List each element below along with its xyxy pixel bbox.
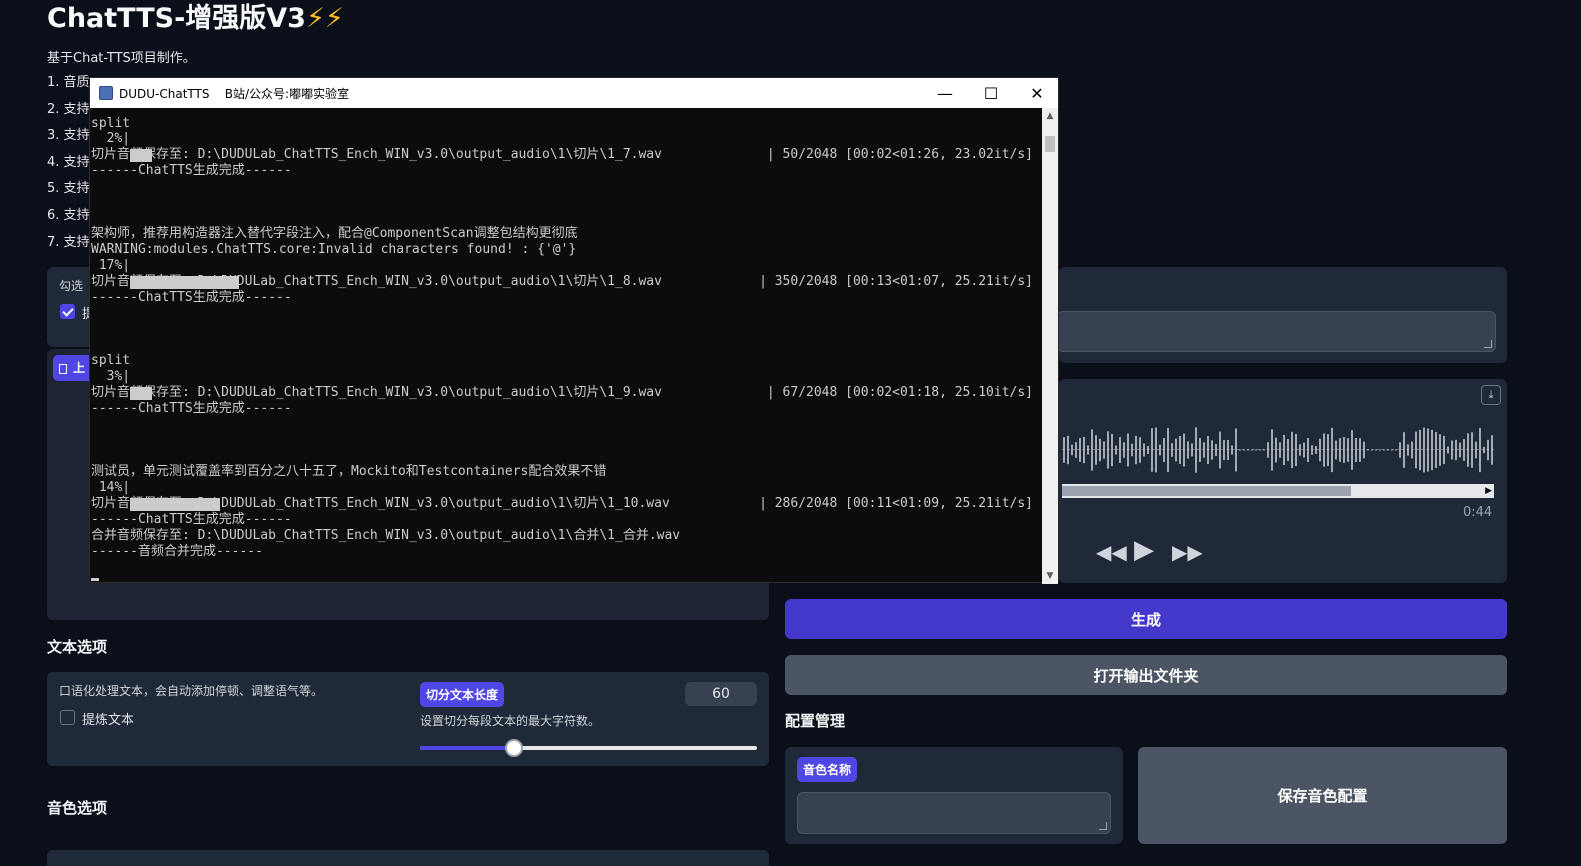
scrubber-played [1062,486,1352,496]
scroll-down-icon[interactable]: ▼ [1042,568,1058,584]
download-icon[interactable]: ⤓ [1481,385,1501,405]
console-line: 测试员，单元测试覆盖率到百分之八十五了，Mockito和Testcontaine… [91,464,607,479]
close-icon[interactable]: ✕ [1014,78,1060,108]
feature-list: 1. 音质 2. 支持 3. 支持 4. 支持 5. 支持 6. 支持 7. 支… [47,74,90,260]
rewind-icon[interactable]: ◀◀ [1096,540,1127,564]
console-line: ------ChatTTS生成完成------ [91,401,292,416]
audio-scrubber[interactable]: ▶ [1062,484,1494,498]
generate-button[interactable]: 生成 [785,599,1507,639]
console-line: split [91,116,131,131]
console-line: 2%| [91,131,131,146]
bolt-icon: ⚡⚡ [305,3,344,34]
text-options-panel: 口语化处理文本，会自动添加停顿、调整语气等。 提炼文本 切分文本长度 60 设置… [47,672,769,766]
upload-tab-label: 上 [73,361,86,375]
app-title: ChatTTS-增强版V3⚡⚡ [47,0,344,35]
voice-name-input[interactable] [797,792,1111,834]
console-line: ------音频合并完成------ [91,544,263,559]
text-options-heading: 文本选项 [47,638,108,656]
console-line: 合并音频保存至: D:\DUDULab_ChatTTS_Ench_WIN_v3.… [91,528,681,543]
open-folder-button[interactable]: 打开输出文件夹 [785,655,1507,695]
feature-item: 6. 支持 [47,207,90,223]
voice-options-panel [47,850,769,866]
console-output: split 2%| 切片音频保存至: D:\DUDULab_ChatTTS_Enc… [90,108,1043,584]
console-line: WARNING:modules.ChatTTS.core:Invalid cha… [91,242,577,257]
play-icon[interactable]: ▶ [1134,535,1154,565]
console-progress-text: | 350/2048 [00:13<01:07, 25.21it/s] [759,274,1033,289]
console-scrollbar[interactable]: ▲ ▼ [1042,108,1058,584]
output-textarea[interactable] [1057,311,1496,352]
console-titlebar[interactable]: DUDU-ChatTTS B站/公众号:嘟嘟实验室 — ☐ ✕ [90,78,1058,108]
console-line: 3%| [91,369,131,384]
maximize-icon[interactable]: ☐ [968,78,1014,108]
scroll-up-icon[interactable]: ▲ [1042,108,1058,124]
console-line: ------ChatTTS生成完成------ [91,290,292,305]
voice-name-tag: 音色名称 [797,757,858,782]
save-voice-config-button[interactable]: 保存音色配置 [1138,747,1507,844]
output-text-panel [1057,267,1507,363]
console-line: ------ChatTTS生成完成------ [91,163,292,178]
refine-text-checkbox[interactable] [60,710,75,725]
refine-text-label: 提炼文本 [82,713,135,728]
console-line: 切片音频保存至: D:\DUDULab_ChatTTS_Ench_WIN_v3.… [91,147,662,162]
feature-item: 7. 支持 [47,234,90,250]
console-line: 切片音频保存至: D:\DUDULab_ChatTTS_Ench_WIN_v3.… [91,385,662,400]
config-heading: 配置管理 [785,712,846,730]
scrollbar-thumb[interactable] [1045,136,1055,152]
audio-time: 0:44 [1463,505,1493,520]
console-line: 架构师，推荐用构造器注入替代字段注入，配合@ComponentScan调整包结构… [91,226,578,241]
console-progress-text: | 67/2048 [00:02<01:18, 25.10it/s] [766,385,1033,400]
split-length-desc: 设置切分每段文本的最大字符数。 [420,714,601,728]
forward-icon[interactable]: ▶▶ [1172,540,1203,564]
console-line: 14%| [91,480,131,495]
console-line: ------ChatTTS生成完成------ [91,512,292,527]
file-icon [59,363,67,374]
feature-item: 2. 支持 [47,101,90,117]
text-options-desc: 口语化处理文本，会自动添加停顿、调整语气等。 [59,684,324,698]
scrubber-arrow-icon[interactable]: ▶ [1485,484,1492,498]
console-progress-text: | 50/2048 [00:02<01:26, 23.02it/s] [766,147,1033,162]
minimize-icon[interactable]: — [922,78,968,108]
voice-options-heading: 音色选项 [47,799,108,817]
console-app-icon [99,86,113,100]
console-progress-bar [130,387,152,400]
resize-grip-icon[interactable] [1484,340,1492,348]
voice-name-panel: 音色名称 [785,747,1123,844]
split-length-input[interactable]: 60 [685,682,757,706]
input-hint: 勾选 [59,279,84,293]
console-progress-text: | 286/2048 [00:11<01:09, 25.21it/s] [759,496,1033,511]
waveform[interactable] [1062,420,1494,480]
console-line: split [91,353,131,368]
input-checkbox[interactable] [60,304,75,319]
console-window-title: DUDU-ChatTTS B站/公众号:嘟嘟实验室 [119,86,350,101]
console-line: 17%| [91,258,131,273]
console-progress-bar [130,149,152,162]
slider-fill [420,746,515,750]
console-progress-bar [130,276,239,289]
console-progress-bar [130,498,220,511]
feature-item: 4. 支持 [47,154,90,170]
console-cursor [91,578,99,581]
app-title-text: ChatTTS-增强版V3 [47,3,306,34]
slider-thumb[interactable] [505,739,524,757]
feature-item: 3. 支持 [47,128,90,144]
console-window[interactable]: DUDU-ChatTTS B站/公众号:嘟嘟实验室 — ☐ ✕ split 2%… [89,77,1059,584]
resize-grip-icon[interactable] [1099,822,1107,830]
subtitle: 基于Chat-TTS项目制作。 [47,51,196,66]
split-length-tag: 切分文本长度 [420,682,505,707]
split-length-slider[interactable] [420,746,757,750]
feature-item: 1. 音质 [47,75,90,90]
feature-item: 5. 支持 [47,181,90,197]
